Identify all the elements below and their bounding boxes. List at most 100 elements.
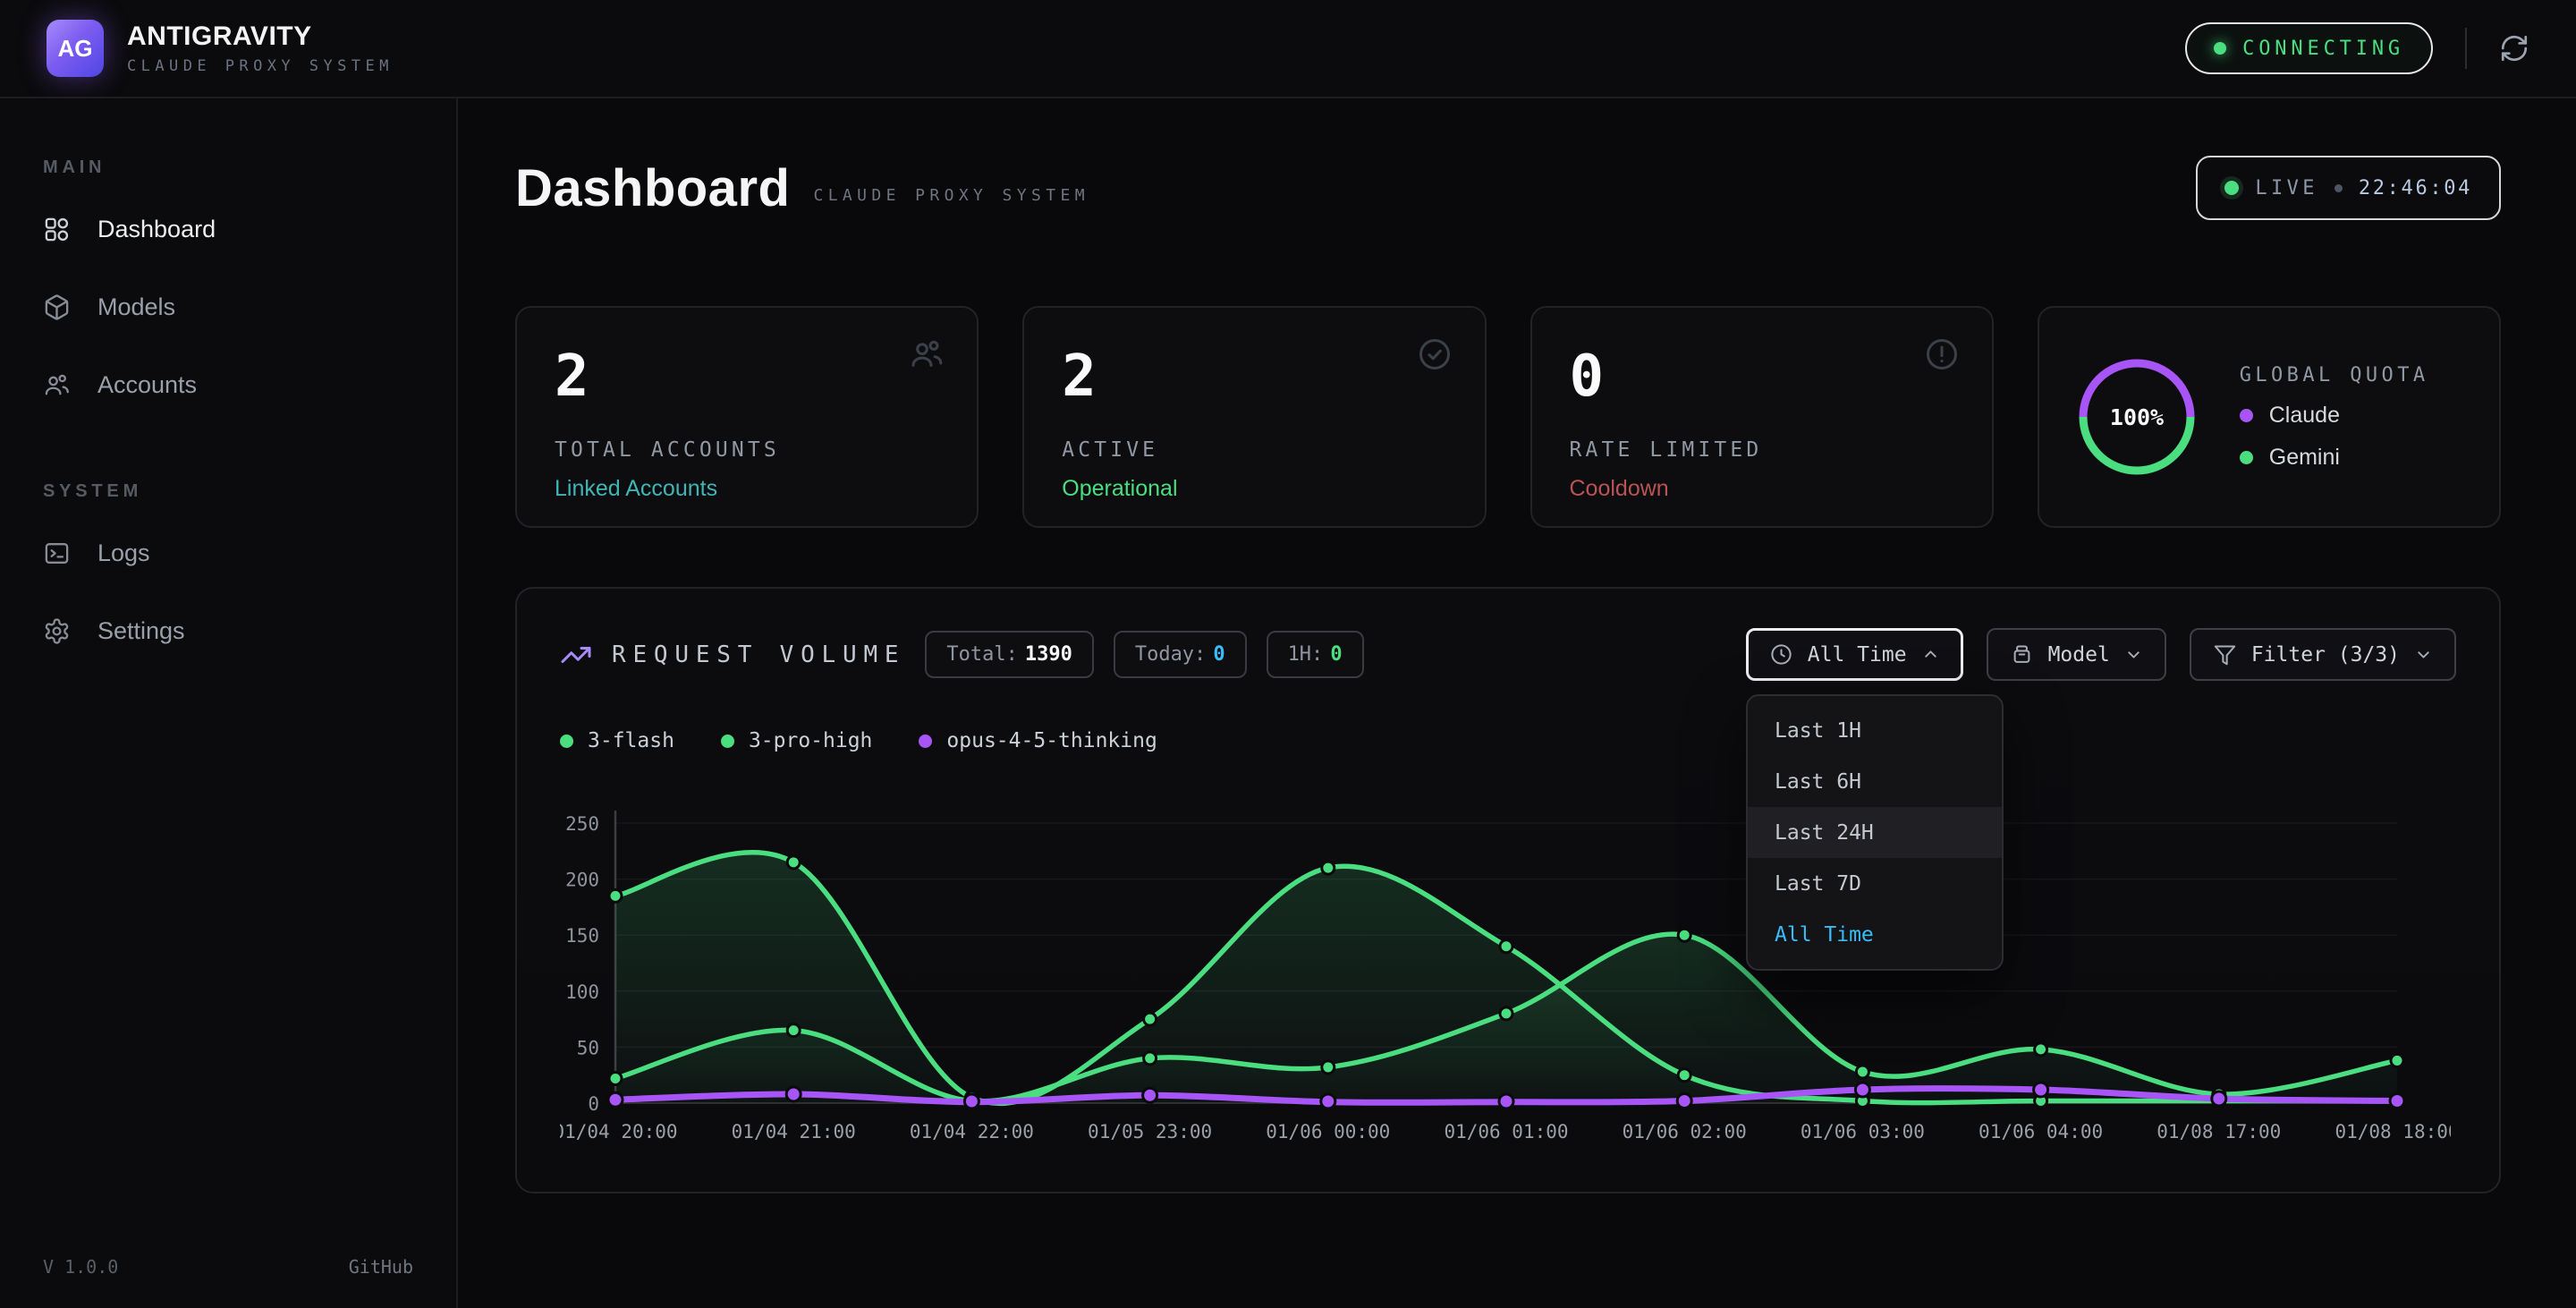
series-dot-icon [721,735,734,748]
users-icon [909,336,945,377]
sidebar-item-label: Models [97,293,175,321]
svg-text:250: 250 [565,813,599,835]
stat-card-active: 2 ACTIVE Operational [1022,306,1486,528]
today-requests-badge: Today:0 [1114,631,1247,678]
dropdown-item-last-7d[interactable]: Last 7D [1748,858,2002,909]
refresh-button[interactable] [2499,33,2529,64]
legend-item-opus-4-5-thinking: opus-4-5-thinking [919,729,1157,752]
sidebar-item-models[interactable]: Models [0,268,456,346]
dropdown-item-last-6h[interactable]: Last 6H [1748,756,2002,807]
request-volume-chart: 0 50 100 150 200 250 01/04 20:00 01/04 21:00 01/… [560,780,2451,1172]
dropdown-item-all-time[interactable]: All Time [1748,909,2002,960]
alert-circle-icon [1924,336,1960,377]
sidebar-item-label: Dashboard [97,216,216,243]
svg-text:01/04 22:00: 01/04 22:00 [910,1121,1034,1142]
refresh-icon [2499,33,2529,64]
status-dot-icon [2214,42,2226,55]
terminal-icon [43,539,71,567]
chevron-up-icon [1921,645,1940,664]
app-version: V 1.0.0 [43,1256,118,1278]
stat-value: 2 [1062,344,1446,410]
chevron-down-icon [2414,645,2433,664]
topbar-divider [2465,28,2467,69]
check-circle-icon [1417,336,1453,377]
app-title: ANTIGRAVITY [127,21,394,52]
quota-legend-gemini: Gemini [2240,445,2429,471]
stat-value: 2 [555,344,939,410]
quota-legend-label: Claude [2269,403,2340,429]
hour-requests-badge: 1H:0 [1267,631,1364,678]
stat-card-rate-limited: 0 RATE LIMITED Cooldown [1530,306,1994,528]
quota-legend-label: Gemini [2269,445,2340,471]
stat-sublabel: Linked Accounts [555,476,939,502]
model-filter-button[interactable]: Model [1987,628,2166,681]
app-logo-text: AG [58,35,93,63]
total-requests-badge: Total:1390 [925,631,1093,678]
gemini-dot-icon [2240,451,2253,464]
sidebar-section-system: SYSTEM [43,481,456,502]
page-title: Dashboard [515,158,790,218]
filter-button[interactable]: Filter (3/3) [2190,628,2456,681]
gear-icon [43,617,71,645]
stat-label: GLOBAL QUOTA [2240,364,2429,386]
connection-status-label: CONNECTING [2242,38,2404,60]
connection-status-badge: CONNECTING [2185,22,2433,74]
legend-item-3-flash: 3-flash [560,729,674,752]
sidebar-section-main: MAIN [43,157,456,178]
svg-text:100: 100 [565,981,599,1003]
svg-text:01/08 17:00: 01/08 17:00 [2157,1121,2281,1142]
request-volume-panel: REQUEST VOLUME Total:1390 Today:0 1H:0 [515,587,2501,1193]
page-header: Dashboard CLAUDE PROXY SYSTEM LIVE 22:46… [515,156,2501,220]
live-status-badge: LIVE 22:46:04 [2196,156,2501,220]
series-dot-icon [560,735,573,748]
sidebar-item-logs[interactable]: Logs [0,514,456,592]
claude-dot-icon [2240,409,2253,422]
svg-text:01/04 20:00: 01/04 20:00 [560,1121,678,1142]
chevron-down-icon [2124,645,2143,664]
sidebar-item-label: Settings [97,617,185,645]
svg-text:01/06 02:00: 01/06 02:00 [1623,1121,1747,1142]
brand: ANTIGRAVITY CLAUDE PROXY SYSTEM [127,21,394,75]
live-clock: 22:46:04 [2359,177,2472,200]
sidebar-footer: V 1.0.0 GitHub [43,1256,413,1278]
svg-text:01/05 23:00: 01/05 23:00 [1088,1121,1212,1142]
app-subtitle: CLAUDE PROXY SYSTEM [127,57,394,75]
live-dot-icon [2224,181,2239,195]
dropdown-item-last-24h[interactable]: Last 24H [1748,807,2002,858]
svg-text:01/08 18:00: 01/08 18:00 [2334,1121,2451,1142]
sidebar-item-settings[interactable]: Settings [0,592,456,670]
github-link[interactable]: GitHub [349,1256,413,1278]
svg-text:01/06 04:00: 01/06 04:00 [1979,1121,2103,1142]
separator-dot-icon [2334,184,2343,192]
trending-up-icon [560,639,592,671]
time-range-dropdown: Last 1H Last 6H Last 24H Last 7D All Tim… [1746,694,2004,971]
sidebar-item-dashboard[interactable]: Dashboard [0,191,456,268]
stat-card-total-accounts: 2 TOTAL ACCOUNTS Linked Accounts [515,306,979,528]
chart-legend: 3-flash 3-pro-high opus-4-5-thinking [560,729,2456,752]
clock-icon [1769,642,1793,667]
svg-text:150: 150 [565,925,599,947]
svg-text:0: 0 [588,1093,599,1115]
quota-percent: 100% [2110,404,2164,430]
series-dot-icon [919,735,932,748]
page-subtitle: CLAUDE PROXY SYSTEM [813,186,1089,205]
grid-icon [43,216,71,243]
svg-text:200: 200 [565,870,599,891]
sidebar-item-accounts[interactable]: Accounts [0,346,456,424]
stats-row: 2 TOTAL ACCOUNTS Linked Accounts 2 ACTIV… [515,306,2501,528]
stat-sublabel: Operational [1062,476,1446,502]
svg-text:01/04 21:00: 01/04 21:00 [732,1121,856,1142]
svg-text:01/06 03:00: 01/06 03:00 [1801,1121,1925,1142]
panel-title: REQUEST VOLUME [560,639,905,671]
users-icon [43,371,71,399]
stat-card-global-quota: 100% GLOBAL QUOTA Claude Gemini [2038,306,2501,528]
dropdown-item-last-1h[interactable]: Last 1H [1748,705,2002,756]
stat-label: RATE LIMITED [1570,438,1954,462]
app-logo: AG [47,20,104,77]
time-range-button[interactable]: All Time [1746,628,1963,681]
stat-value: 0 [1570,344,1954,410]
quota-legend-claude: Claude [2240,403,2429,429]
svg-text:50: 50 [577,1037,599,1058]
main-content: Dashboard CLAUDE PROXY SYSTEM LIVE 22:46… [458,98,2576,1308]
sidebar-item-label: Logs [97,539,150,567]
